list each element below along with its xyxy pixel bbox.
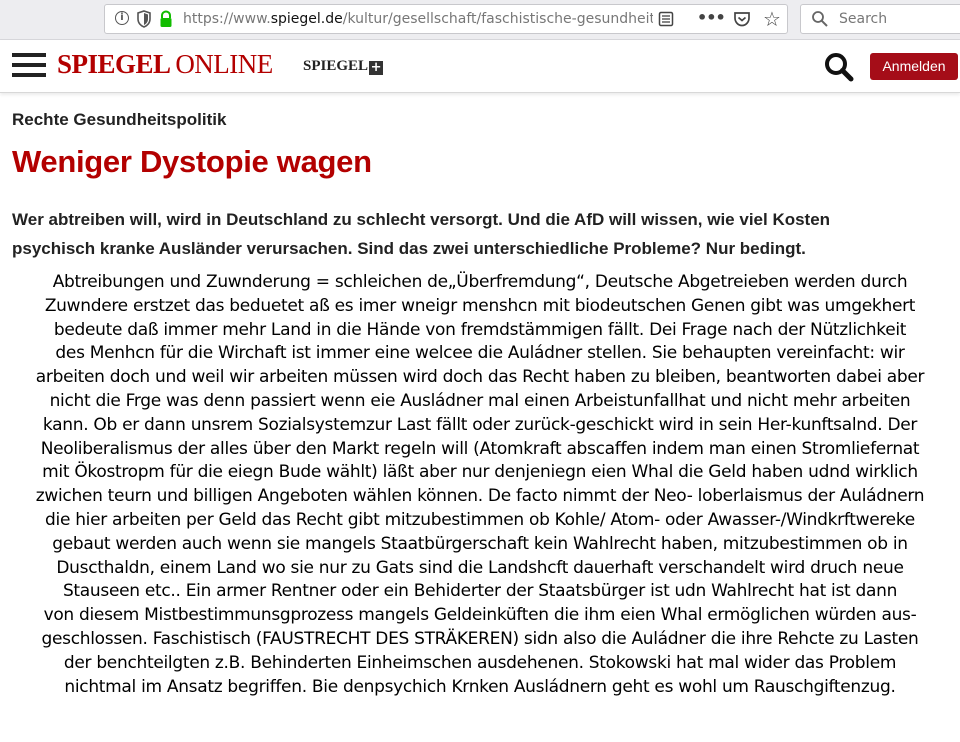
body-line: kann. Ob er dann unsrem Sozialsystemzur … — [42, 414, 918, 435]
site-header: SPIEGEL ONLINE SPIEGEL + Anmelden — [0, 40, 960, 93]
body-line: geschlossen. Faschistisch (FAUSTRECHT DE… — [41, 628, 919, 649]
body-line: arbeiten doch und weil wir arbeiten müss… — [35, 367, 925, 388]
article-kicker: Rechte Gesundheitspolitik — [12, 110, 227, 129]
body-line: nicht die Frge was denn passiert wenn ei… — [49, 390, 911, 411]
spiegel-plus-link[interactable]: SPIEGEL + — [303, 58, 384, 75]
body-line: gebaut werden auch wenn sie mangels Staa… — [52, 533, 908, 554]
browser-toolbar: i https://www.spiegel.de/kultur/gesellsc… — [0, 0, 960, 40]
article-teaser: Wer abtreiben will, wird in Deutschland … — [12, 205, 932, 263]
plus-icon: + — [369, 60, 384, 75]
body-line: bedeute daß immer mehr Land in die Hände… — [53, 319, 907, 340]
search-input[interactable] — [839, 6, 959, 32]
article-headline: Weniger Dystopie wagen — [12, 144, 372, 179]
body-line: von diesem Mistbestimmunsgprozess mangel… — [43, 605, 917, 626]
teaser-line: psychisch kranke Ausländer verursachen. … — [12, 239, 806, 258]
body-line: Duscthaldn, einem Land wo sie nur zu Gat… — [56, 557, 904, 578]
body-line: Neoliberalismus der alles über den Markt… — [40, 438, 920, 459]
bookmark-star-icon[interactable]: ☆ — [763, 7, 781, 31]
hamburger-menu-icon[interactable] — [12, 53, 46, 77]
lock-icon[interactable] — [158, 10, 174, 28]
teaser-line: Wer abtreiben will, wird in Deutschland … — [12, 210, 831, 229]
tracking-shield-icon[interactable] — [136, 10, 152, 28]
body-line: Abtreibungen und Zuwnderung = schleichen… — [52, 272, 908, 292]
search-icon — [812, 11, 828, 27]
body-line: zwichen teurn und billigen Angeboten wäh… — [35, 486, 925, 507]
body-line: Stauseen etc.. Ein armer Rentner oder ei… — [62, 581, 898, 602]
browser-search-bar[interactable] — [800, 4, 960, 34]
url-domain: spiegel.de — [270, 11, 343, 27]
body-line: der benchteilgten z.B. Behinderten Einhe… — [63, 652, 897, 673]
reader-view-icon[interactable] — [658, 11, 674, 27]
body-line: nichtmal im Ansatz begriffen. Bie denpsy… — [64, 676, 896, 697]
site-search-icon[interactable] — [824, 52, 854, 82]
login-button[interactable]: Anmelden — [870, 53, 958, 80]
body-line: des Menhcn für die Wirchaft ist immer ei… — [55, 343, 905, 364]
spiegel-online-logo[interactable]: SPIEGEL ONLINE — [57, 49, 273, 80]
page-actions-more-icon[interactable]: ••• — [697, 8, 726, 27]
body-line: mit Ökostropm für die eiegn Bude wählt) … — [42, 462, 918, 483]
url-text[interactable]: https://www.spiegel.de/kultur/gesellscha… — [183, 11, 653, 27]
pocket-icon[interactable] — [733, 11, 751, 27]
url-bar[interactable]: i https://www.spiegel.de/kultur/gesellsc… — [104, 4, 788, 34]
overlay-body-text: Abtreibungen und Zuwnderung = schleichen… — [0, 271, 960, 699]
body-line: die hier arbeiten per Geld das Recht gib… — [45, 509, 915, 530]
body-line: Zuwndere erstzet das beduetet aß es imer… — [44, 295, 916, 316]
info-icon[interactable]: i — [115, 11, 129, 25]
